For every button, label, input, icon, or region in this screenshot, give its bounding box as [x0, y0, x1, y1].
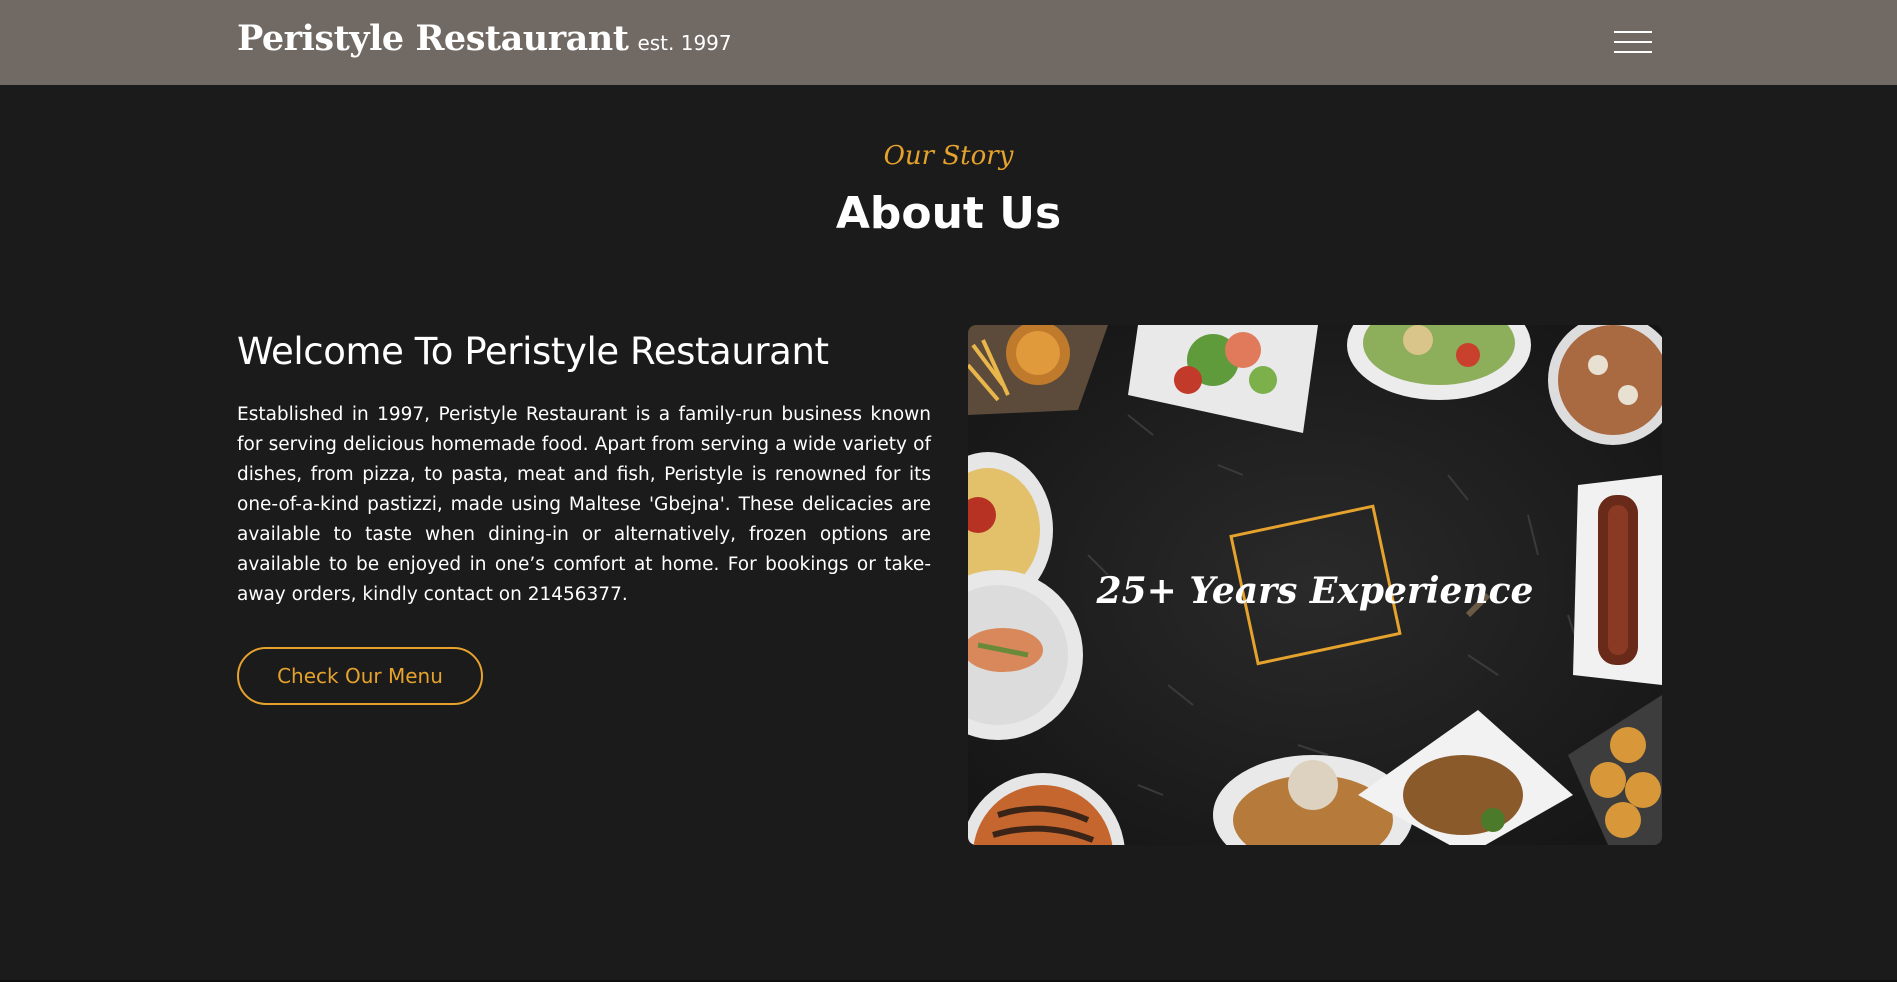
- section-title: About Us: [835, 188, 1062, 239]
- experience-overlay-text: 25+ Years Experience: [1096, 570, 1534, 612]
- brand-name: Peristyle Restaurant: [237, 18, 629, 59]
- check-menu-button[interactable]: Check Our Menu: [237, 647, 483, 705]
- brand-established: est. 1997: [637, 31, 732, 55]
- hamburger-line: [1614, 41, 1652, 43]
- hamburger-line: [1614, 51, 1652, 53]
- section-eyebrow: Our Story: [883, 141, 1014, 171]
- about-paragraph: Established in 1997, Peristyle Restauran…: [237, 404, 931, 605]
- hamburger-line: [1614, 31, 1652, 33]
- brand-logo[interactable]: Peristyle Restaurant est. 1997: [237, 18, 732, 59]
- food-collage-image: 25+ Years Experience: [968, 325, 1662, 845]
- navbar: Peristyle Restaurant est. 1997: [0, 0, 1897, 85]
- hamburger-menu-icon[interactable]: [1614, 28, 1654, 56]
- welcome-heading: Welcome To Peristyle Restaurant: [237, 330, 829, 373]
